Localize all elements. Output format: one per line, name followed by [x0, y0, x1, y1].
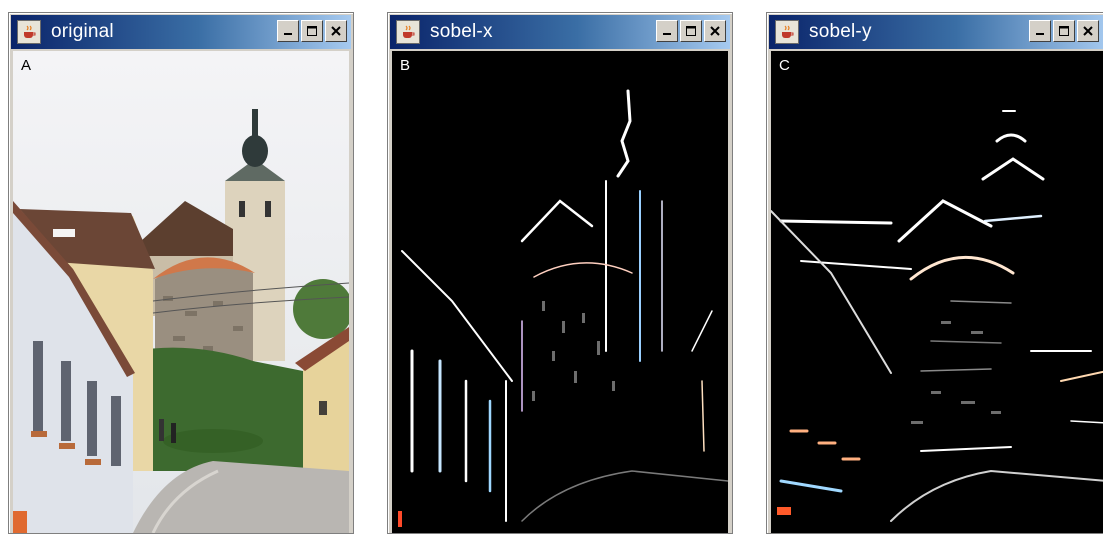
window-sobel-x: sobel-x B — [387, 12, 733, 534]
window-title: sobel-y — [809, 21, 872, 42]
java-cup-icon[interactable] — [775, 20, 799, 44]
java-cup-icon[interactable] — [17, 20, 41, 44]
window-sobel-y: sobel-y C — [766, 12, 1103, 534]
maximize-icon[interactable] — [680, 20, 702, 42]
title-bar[interactable]: sobel-x — [390, 15, 730, 49]
close-icon[interactable] — [325, 20, 347, 42]
java-cup-icon[interactable] — [396, 20, 420, 44]
image-sobel-y: C — [771, 51, 1103, 533]
minimize-icon[interactable] — [277, 20, 299, 42]
minimize-icon[interactable] — [1029, 20, 1051, 42]
panel-label: A — [21, 57, 32, 74]
maximize-icon[interactable] — [1053, 20, 1075, 42]
panel-label: C — [779, 57, 790, 74]
close-icon[interactable] — [1077, 20, 1099, 42]
title-bar[interactable]: sobel-y — [769, 15, 1103, 49]
maximize-icon[interactable] — [301, 20, 323, 42]
title-bar[interactable]: original — [11, 15, 351, 49]
window-title: sobel-x — [430, 21, 493, 42]
window-original: original A — [8, 12, 354, 534]
close-icon[interactable] — [704, 20, 726, 42]
window-title: original — [51, 21, 114, 42]
panel-label: B — [400, 57, 411, 74]
image-sobel-x: B — [392, 51, 728, 533]
minimize-icon[interactable] — [656, 20, 678, 42]
image-original: A — [13, 51, 349, 533]
